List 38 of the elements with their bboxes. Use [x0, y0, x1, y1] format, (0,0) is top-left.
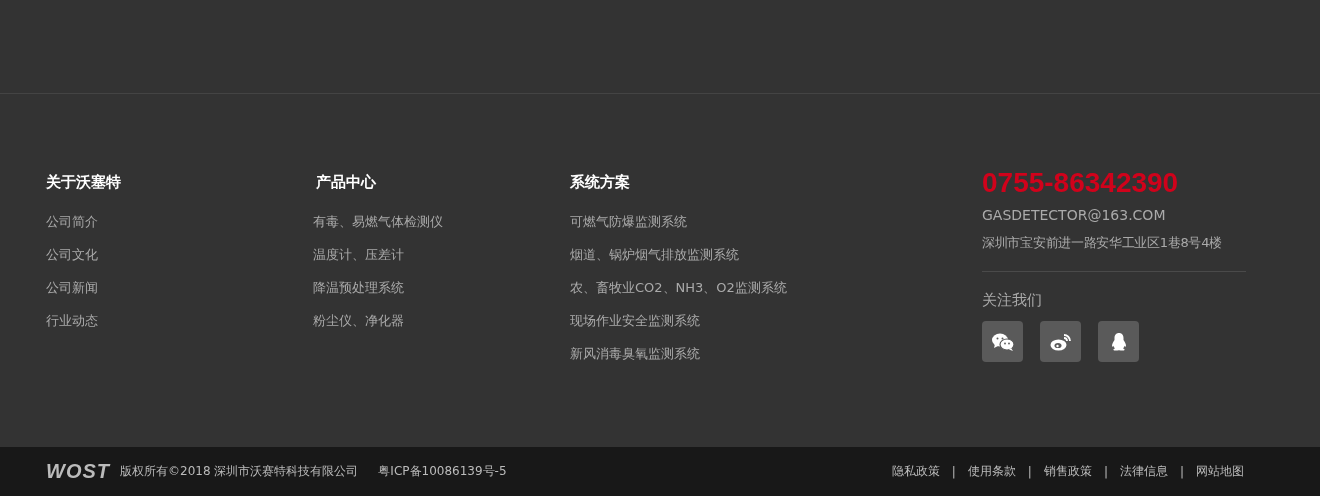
bottom-link[interactable]: 法律信息 — [1119, 463, 1168, 480]
bottom-link[interactable]: 使用条款 — [967, 463, 1016, 480]
social-button[interactable] — [1040, 321, 1081, 362]
footer-link[interactable]: 公司文化 — [46, 246, 98, 263]
penguin-icon — [1110, 331, 1127, 352]
footer-link[interactable]: 可燃气防爆监测系统 — [570, 213, 687, 230]
column-heading: 系统方案 — [570, 172, 630, 192]
separator: | — [1027, 464, 1032, 479]
footer-link[interactable]: 行业动态 — [46, 312, 98, 329]
address: 深圳市宝安前进一路安华工业区1巷8号4楼 — [982, 234, 1223, 252]
bottom-link[interactable]: 隐私政策 — [891, 463, 940, 480]
footer-link[interactable]: 公司新闻 — [46, 279, 98, 296]
footer-link[interactable]: 新风消毒臭氧监测系统 — [570, 345, 700, 362]
separator: | — [951, 464, 956, 479]
social-button[interactable] — [1098, 321, 1139, 362]
footer-link[interactable]: 农、畜牧业CO2、NH3、O2监测系统 — [570, 279, 787, 296]
copyright-text: 版权所有©2018 深圳市沃赛特科技有限公司 — [120, 463, 359, 480]
bottom-link[interactable]: 网站地图 — [1196, 463, 1244, 480]
bottom-link[interactable]: 销售政策 — [1043, 463, 1092, 480]
footer-link[interactable]: 烟道、锅炉烟气排放监测系统 — [570, 246, 739, 263]
column-heading: 关于沃塞特 — [46, 172, 121, 192]
phone-number: 0755-86342390 — [982, 166, 1180, 200]
column-heading: 产品中心 — [316, 172, 376, 192]
footer-link[interactable]: 公司简介 — [46, 213, 98, 230]
separator: | — [1179, 464, 1184, 479]
footer-link[interactable]: 温度计、压差计 — [313, 246, 404, 263]
follow-title: 关注我们 — [982, 290, 1043, 310]
footer-link[interactable]: 粉尘仪、净化器 — [313, 312, 404, 329]
social-button[interactable] — [982, 321, 1023, 362]
footer-link[interactable]: 降温预处理系统 — [313, 279, 404, 296]
chat-bubbles-icon — [991, 332, 1014, 351]
company-logo: WOST — [46, 460, 110, 483]
icp-license: 粤ICP备10086139号-5 — [378, 463, 507, 480]
separator: | — [1103, 464, 1108, 479]
footer-link[interactable]: 现场作业安全监测系统 — [570, 312, 700, 329]
footer-link[interactable]: 有毒、易燃气体检测仪 — [313, 213, 443, 230]
email-address: GASDETECTOR@163.COM — [982, 206, 1167, 224]
weibo-icon — [1049, 332, 1072, 351]
